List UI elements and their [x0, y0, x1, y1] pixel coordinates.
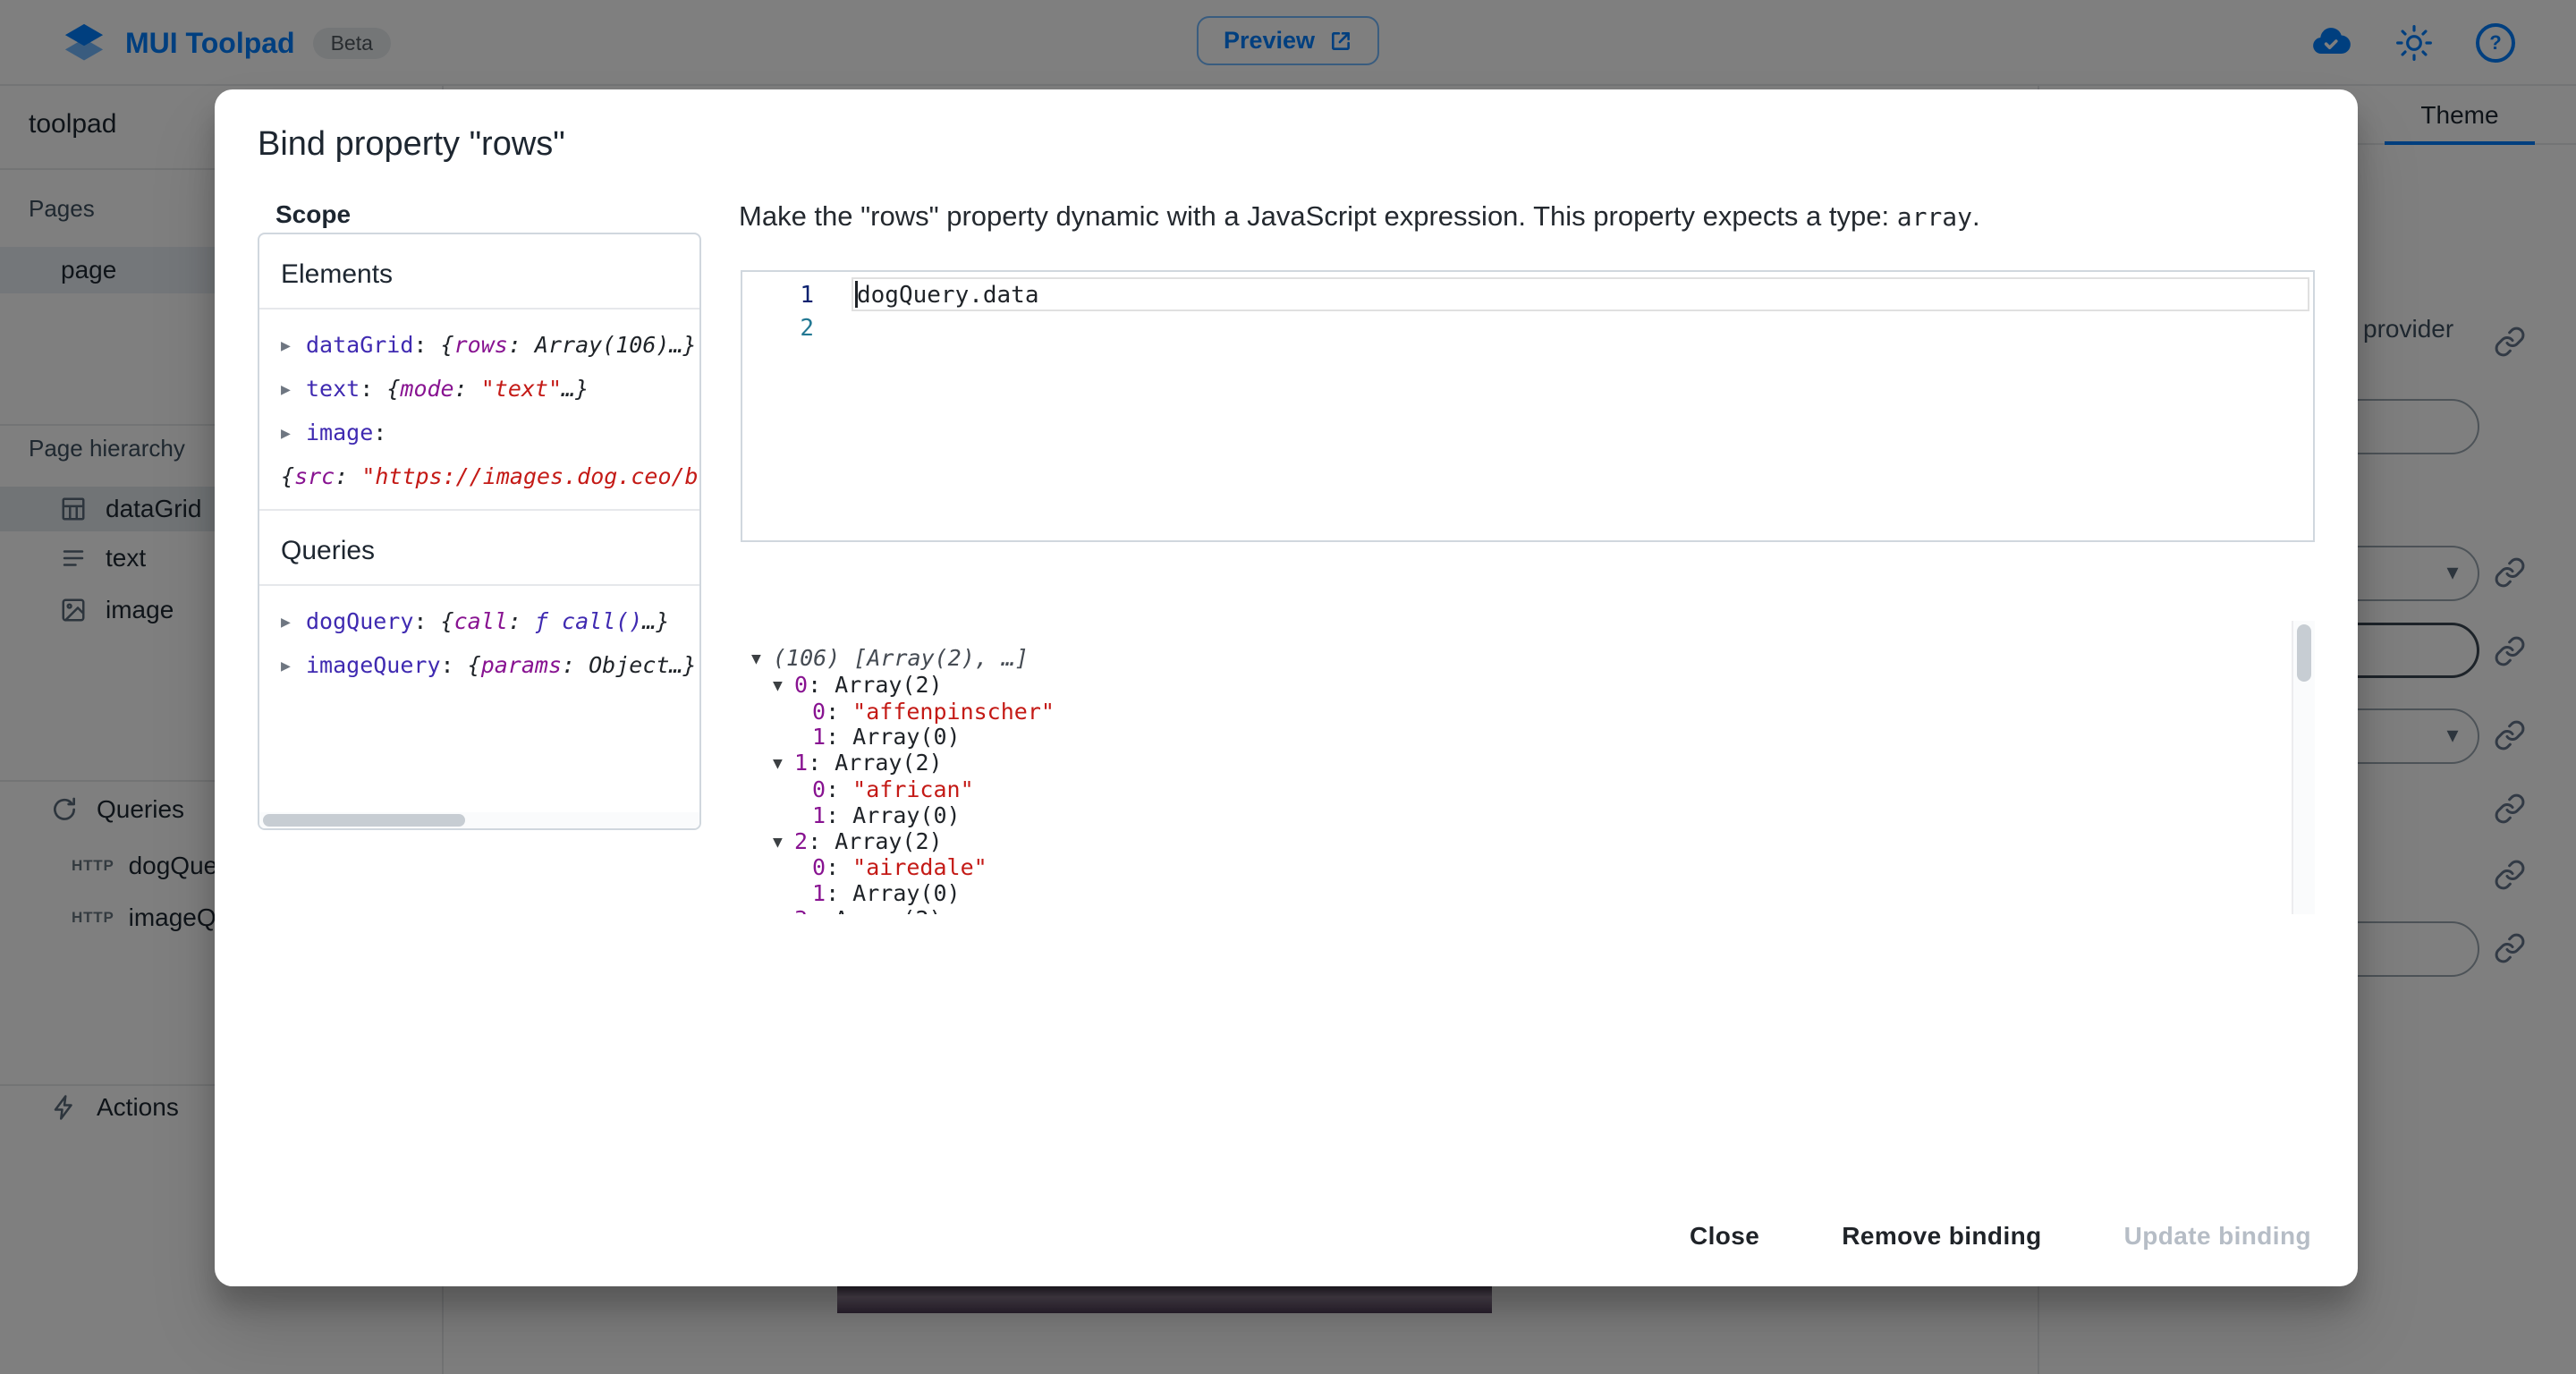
scope-item-image[interactable]: ▶image: {src: "https://images.dog.ceo/br…: [281, 411, 699, 498]
elements-header: Elements: [259, 234, 699, 310]
line-number: 2: [742, 312, 814, 345]
result-row: 1: Array(0): [741, 803, 2315, 829]
code-line: dogQuery.data: [857, 279, 1039, 312]
scope-browser: Elements ▶dataGrid: {rows: Array(106)…} …: [258, 233, 701, 830]
horizontal-scrollbar[interactable]: [259, 812, 699, 828]
bind-property-dialog: Bind property "rows" Scope Elements ▶dat…: [215, 89, 2358, 1286]
scope-item-dogquery[interactable]: ▶dogQuery: {call: ƒ call()…}: [281, 600, 699, 644]
update-binding-button[interactable]: Update binding: [2106, 1208, 2329, 1265]
queries-tree: ▶dogQuery: {call: ƒ call()…} ▶imageQuery…: [259, 586, 699, 699]
collapsed-arrow-icon[interactable]: ▶: [281, 645, 306, 688]
punctuation: :: [413, 608, 440, 634]
scope-item-name: imageQuery: [306, 652, 441, 678]
scope-item-name: image: [306, 420, 373, 445]
object-preview: {src: "https://images.dog.ceo/bre: [281, 455, 701, 498]
result-row: 1: Array(0): [741, 725, 2315, 751]
scrollbar-thumb[interactable]: [2297, 624, 2311, 682]
remove-binding-button[interactable]: Remove binding: [1824, 1208, 2059, 1265]
result-row: 0: "airedale": [741, 855, 2315, 881]
dialog-instruction: Make the "rows" property dynamic with a …: [739, 200, 1980, 233]
result-row[interactable]: ▼(106) [Array(2), …]: [741, 646, 2315, 673]
line-number-gutter: 1 2: [742, 279, 814, 345]
scope-item-name: text: [306, 376, 360, 402]
result-row: 1: Array(0): [741, 881, 2315, 907]
evaluation-result-tree: ▼(106) [Array(2), …] ▼0: Array(2) 0: "af…: [741, 621, 2315, 914]
scope-label: Scope: [275, 200, 351, 229]
close-button[interactable]: Close: [1672, 1208, 1777, 1265]
scope-item-name: dogQuery: [306, 608, 413, 634]
vertical-scrollbar[interactable]: [2292, 621, 2315, 914]
array-preview: (106) [Array(2), …]: [773, 645, 1029, 671]
punctuation: :: [373, 420, 386, 445]
object-preview: {params: Object…}: [468, 644, 697, 687]
expected-type: array: [1897, 202, 1972, 232]
dialog-actions: Close Remove binding Update binding: [1625, 1208, 2329, 1265]
punctuation: :: [413, 332, 440, 358]
result-row[interactable]: ▼2: Array(2): [741, 829, 2315, 856]
collapsed-arrow-icon[interactable]: ▶: [281, 325, 306, 368]
result-row: 0: "affenpinscher": [741, 700, 2315, 725]
scope-item-imagequery[interactable]: ▶imageQuery: {params: Object…}: [281, 644, 699, 688]
scope-item-datagrid[interactable]: ▶dataGrid: {rows: Array(106)…}: [281, 324, 699, 368]
scope-item-text[interactable]: ▶text: {mode: "text"…}: [281, 368, 699, 411]
scope-item-name: dataGrid: [306, 332, 413, 358]
punctuation: :: [360, 376, 386, 402]
collapsed-arrow-icon[interactable]: ▶: [281, 369, 306, 411]
result-row: 0: "african": [741, 777, 2315, 803]
expanded-arrow-icon[interactable]: ▼: [773, 908, 794, 914]
current-line-highlight: [852, 277, 2309, 311]
expanded-arrow-icon[interactable]: ▼: [751, 647, 773, 673]
expanded-arrow-icon[interactable]: ▼: [773, 674, 794, 700]
object-preview: {mode: "text"…}: [386, 368, 589, 411]
scrollbar-thumb[interactable]: [263, 814, 465, 827]
expanded-arrow-icon[interactable]: ▼: [773, 751, 794, 777]
app-root: MUI Toolpad Beta Preview ? toolpad Pages…: [0, 0, 2576, 1374]
expanded-arrow-icon[interactable]: ▼: [773, 830, 794, 856]
object-preview: {rows: Array(106)…}: [441, 324, 697, 367]
js-expression-editor[interactable]: 1 2 dogQuery.data: [741, 270, 2315, 542]
punctuation: :: [441, 652, 468, 678]
collapsed-arrow-icon[interactable]: ▶: [281, 412, 306, 455]
result-row[interactable]: ▼1: Array(2): [741, 751, 2315, 777]
queries-header: Queries: [259, 509, 699, 586]
object-preview: {call: ƒ call()…}: [441, 600, 670, 643]
collapsed-arrow-icon[interactable]: ▶: [281, 601, 306, 644]
result-row[interactable]: ▼0: Array(2): [741, 673, 2315, 700]
elements-tree: ▶dataGrid: {rows: Array(106)…} ▶text: {m…: [259, 310, 699, 509]
line-number: 1: [742, 279, 814, 312]
result-row[interactable]: ▼3: Array(2): [741, 907, 2315, 914]
dialog-title: Bind property "rows": [258, 125, 565, 164]
